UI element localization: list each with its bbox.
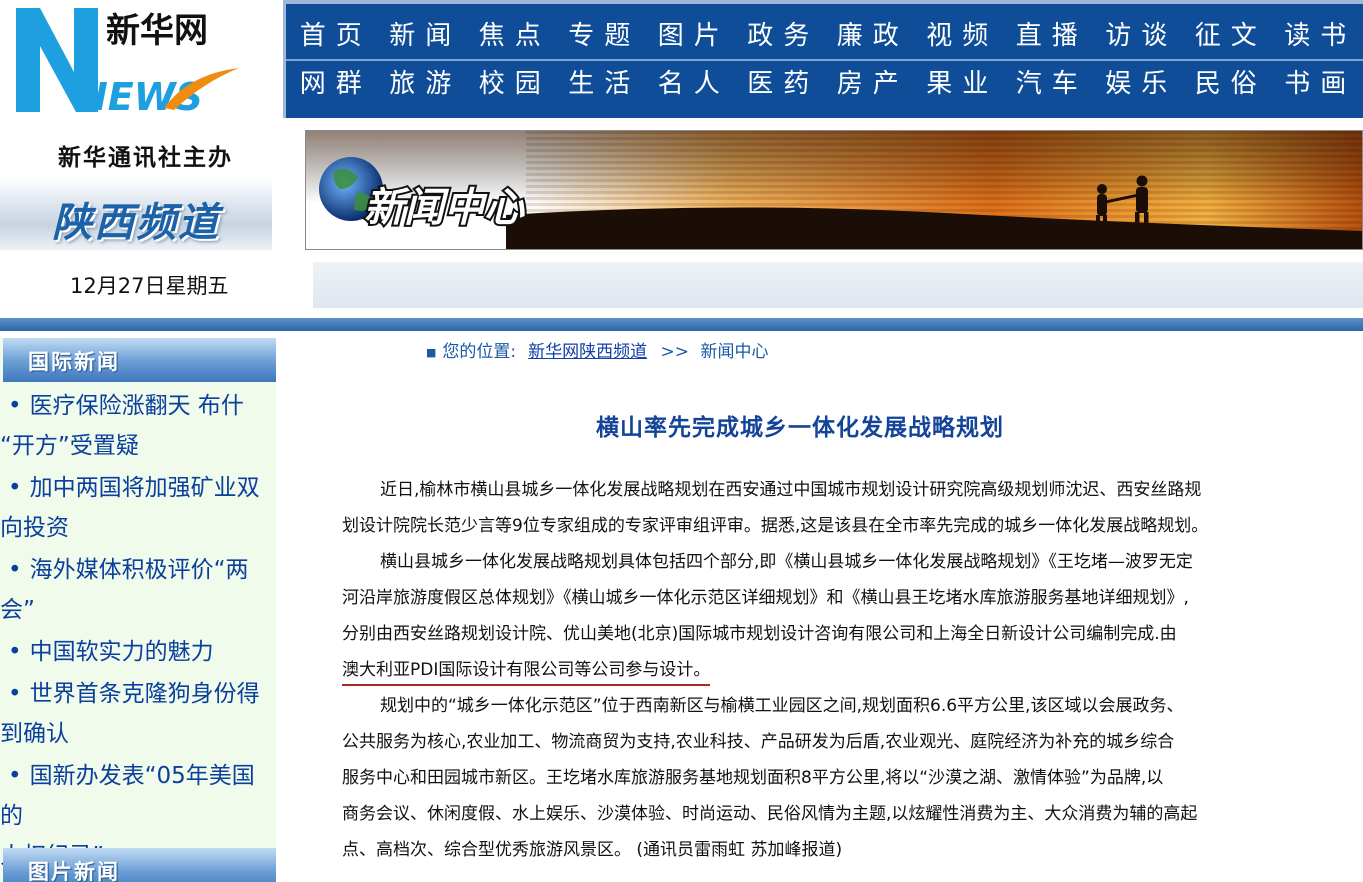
breadcrumb: ■ 您的位置: 新华网陕西频道 >> 新闻中心	[426, 337, 768, 362]
nav-live[interactable]: 直播	[1002, 14, 1092, 58]
nav-row-primary: 首页 新闻 焦点 专题 图片 政务 廉政 视频 直播 访谈 征文 读书	[286, 14, 1363, 58]
nav-interviews[interactable]: 访谈	[1092, 14, 1182, 58]
nav-calligraphy[interactable]: 书画	[1271, 62, 1361, 106]
news-headline-cont: 会”	[0, 597, 35, 623]
bullet-icon: •	[8, 763, 22, 789]
news-headline-cont: 到确认	[0, 721, 69, 747]
bullet-icon: •	[8, 639, 22, 665]
bullet-icon: •	[8, 475, 22, 501]
banner-title: 新闻中心	[364, 185, 525, 231]
sidebar: 国际新闻 • 医疗保险涨翻天 布什 “开方”受置疑 • 加中两国将加强矿业双向投资 •…	[0, 338, 276, 882]
sidebar-heading-photo-news[interactable]: 图片新闻	[3, 848, 276, 882]
top-navigation: 首页 新闻 焦点 专题 图片 政务 廉政 视频 直播 访谈 征文 读书 网群 旅…	[283, 0, 1363, 118]
breadcrumb-prefix: 您的位置:	[442, 342, 517, 362]
nav-video[interactable]: 视频	[913, 14, 1003, 58]
news-headline: 世界首条克隆狗身份得	[29, 681, 260, 707]
article-line-underlined: 澳大利亚PDI国际设计有限公司等公司参与设计。	[342, 652, 1342, 688]
bullet-icon: •	[8, 681, 22, 707]
article-line: 服务中心和田园城市新区。王圪堵水库旅游服务基地规划面积8平方公里,将以“沙漠之湖…	[342, 768, 1164, 788]
article-line: 近日,榆林市横山县城乡一体化发展战略规划在西安通过中国城市规划设计研究院高级规划…	[380, 480, 1202, 500]
nav-medicine[interactable]: 医药	[734, 62, 824, 106]
nav-campus[interactable]: 校园	[465, 62, 555, 106]
news-headline: 海外媒体积极评价“两	[29, 557, 249, 583]
list-item[interactable]: • 中国软实力的魅力	[0, 632, 276, 672]
list-item[interactable]: • 海外媒体积极评价“两会”	[0, 550, 276, 630]
article-line: 横山县城乡一体化发展战略规划具体包括四个部分,即《横山县城乡一体化发展战略规划》…	[380, 552, 1193, 572]
sidebar-heading-international-news[interactable]: 国际新闻	[3, 338, 276, 382]
nav-fruit-industry[interactable]: 果业	[913, 62, 1003, 106]
nav-photos[interactable]: 图片	[644, 14, 734, 58]
article-line: 分别由西安丝路规划设计院、优山美地(北京)国际城市规划设计咨询有限公司和上海全日…	[342, 624, 1177, 644]
news-headline: 加中两国将加强矿业双	[29, 475, 260, 501]
nav-divider	[286, 59, 1363, 61]
xinhua-news-logo[interactable]: 新华网 NEWS	[14, 4, 244, 119]
list-item[interactable]: • 世界首条克隆狗身份得到确认	[0, 674, 276, 754]
article-line: 商务会议、休闲度假、水上娱乐、沙漠体验、时尚运动、民俗风情为主题,以炫耀性消费为…	[342, 804, 1198, 824]
nav-home[interactable]: 首页	[286, 14, 376, 58]
nav-government[interactable]: 政务	[734, 14, 824, 58]
banner-subbar	[313, 262, 1363, 308]
nav-focus[interactable]: 焦点	[465, 14, 555, 58]
nav-integrity[interactable]: 廉政	[823, 14, 913, 58]
header-divider-stripe	[0, 318, 1363, 331]
nav-reading[interactable]: 读书	[1271, 14, 1361, 58]
square-bullet-icon: ■	[426, 345, 437, 359]
channel-name[interactable]: 陕西频道	[52, 190, 220, 248]
sidebar-heading-label: 国际新闻	[28, 350, 120, 374]
nav-travel[interactable]: 旅游	[376, 62, 466, 106]
nav-auto[interactable]: 汽车	[1002, 62, 1092, 106]
breadcrumb-link-channel[interactable]: 新华网陕西频道	[528, 342, 647, 362]
current-date: 12月27日星期五	[70, 274, 229, 298]
nav-topics[interactable]: 专题	[555, 14, 645, 58]
article-line: 公共服务为核心,农业加工、物流商贸为支持,农业科技、产品研发为后盾,农业观光、庭…	[342, 732, 1175, 752]
article-line: 点、高档次、综合型优秀旅游风景区。 (通讯员雷雨虹 苏加峰报道)	[342, 840, 843, 860]
news-headline-cont: 向投资	[0, 515, 69, 541]
breadcrumb-current: 新闻中心	[700, 342, 769, 362]
breadcrumb-separator: >>	[660, 342, 690, 362]
article-title: 横山率先完成城乡一体化发展战略规划	[596, 415, 1004, 441]
sidebar-heading-label: 图片新闻	[28, 860, 120, 882]
red-underline-annotation: 澳大利亚PDI国际设计有限公司等公司参与设计。	[342, 660, 711, 686]
news-headline: 中国软实力的魅力	[29, 639, 214, 665]
news-headline-cont: “开方”受置疑	[0, 433, 139, 459]
nav-essays[interactable]: 征文	[1181, 14, 1271, 58]
organizer-name: 新华通讯社主办	[58, 145, 233, 171]
news-center-banner: 新闻中心	[305, 130, 1363, 250]
nav-celebrities[interactable]: 名人	[644, 62, 734, 106]
article-body: 近日,榆林市横山县城乡一体化发展战略规划在西安通过中国城市规划设计研究院高级规划…	[342, 472, 1342, 868]
svg-text:新华网: 新华网	[106, 11, 208, 51]
nav-row-secondary: 网群 旅游 校园 生活 名人 医药 房产 果业 汽车 娱乐 民俗 书画	[286, 62, 1363, 106]
article-line: 河沿岸旅游度假区总体规划》《横山城乡一体化示范区详细规划》和《横山县王圪堵水库旅…	[342, 588, 1189, 608]
list-item[interactable]: • 医疗保险涨翻天 布什 “开方”受置疑	[0, 386, 276, 466]
international-news-list: • 医疗保险涨翻天 布什 “开方”受置疑 • 加中两国将加强矿业双向投资 • 海外媒体积…	[0, 386, 276, 878]
news-headline: 国新办发表“05年美国的	[0, 763, 255, 829]
bullet-icon: •	[8, 557, 22, 583]
nav-network[interactable]: 网群	[286, 62, 376, 106]
news-headline: 医疗保险涨翻天 布什	[29, 393, 244, 419]
list-item[interactable]: • 加中两国将加强矿业双向投资	[0, 468, 276, 548]
nav-folk-customs[interactable]: 民俗	[1181, 62, 1271, 106]
article-line: 划设计院院长范少言等9位专家组成的专家评审组评审。据悉,这是该县在全市率先完成的…	[342, 516, 1209, 536]
article-line: 规划中的“城乡一体化示范区”位于西南新区与榆横工业园区之间,规划面积6.6平方公…	[380, 696, 1184, 716]
nav-life[interactable]: 生活	[555, 62, 645, 106]
nav-real-estate[interactable]: 房产	[823, 62, 913, 106]
nav-news[interactable]: 新闻	[376, 14, 466, 58]
bullet-icon: •	[8, 393, 22, 419]
nav-entertainment[interactable]: 娱乐	[1092, 62, 1182, 106]
